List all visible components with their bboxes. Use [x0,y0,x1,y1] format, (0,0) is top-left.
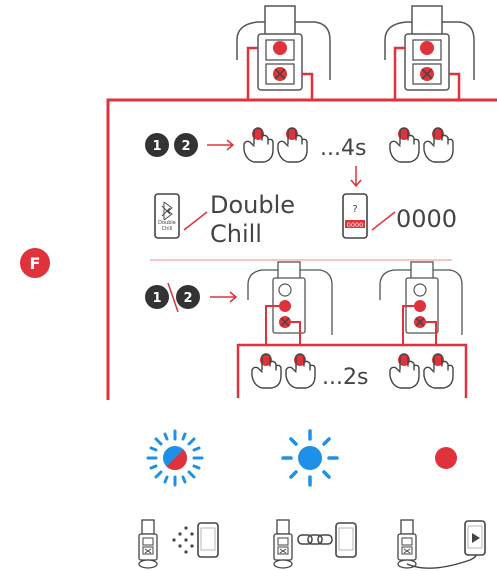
cable-connected-icon [397,519,486,569]
row3-press-hands [251,353,316,389]
row1-hold-text: ...4s [320,136,366,161]
row1-badge-2: 2 [181,139,190,154]
app-name-line2: Chill [210,220,262,248]
blue-steady-light-icon [281,429,339,487]
step-badge-f: F [20,248,50,278]
row3-badge-1: 1 [152,291,161,306]
pin-phone-code: 0000 [347,221,364,229]
row3-arrow-icon [210,291,238,303]
chain-link-connected-icon [273,519,357,569]
row1-badges: 1 2 [145,133,198,157]
pin-code: 0000 [396,205,457,233]
row1-badge-1: 1 [152,139,161,154]
row3-hold-text: ...2s [322,365,368,390]
row1-arrow-icon [207,139,235,151]
blue-red-blinking-light-icon [146,429,204,487]
row1-down-arrow-icon [350,166,362,188]
row3-badges: 1 2 [145,282,200,313]
row3-badge-2: 2 [183,291,192,306]
pin-phone-question: ? [352,204,357,215]
row1-release-hands [389,127,454,163]
pin-phone: ? 0000 [342,193,368,239]
setup-diagram: F 1 2 ...4s Double Chill Double Chill ? … [20,5,497,569]
wireless-pairing-icon [138,519,219,569]
row3-device-right [379,261,463,335]
row3-release-hands [389,353,454,389]
app-name-line1: Double [210,191,295,219]
row1-press-hands [243,127,308,163]
svg-text:Chill: Chill [162,226,173,232]
red-steady-light-icon [435,447,457,469]
row3-device-left [247,261,333,335]
bluetooth-phone: Double Chill [154,193,180,239]
step-label: F [30,254,41,273]
